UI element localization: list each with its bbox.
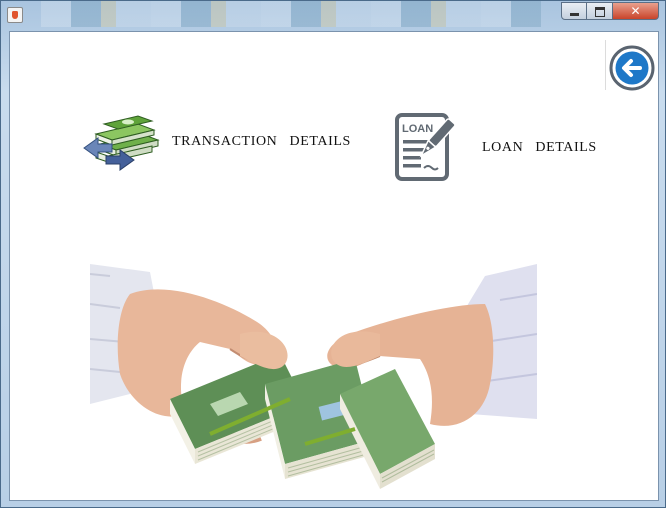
window-controls: ✕ <box>561 2 659 20</box>
hands-holding-money-image <box>90 264 537 489</box>
minimize-button[interactable] <box>561 2 587 20</box>
java-cup-icon[interactable] <box>7 7 23 23</box>
loan-details-label: LOAN DETAILS <box>482 140 597 155</box>
app-window: ✕ TRANSACTION DETAILS LOAN LOAN DETAILS <box>0 0 666 508</box>
back-button[interactable] <box>605 40 655 91</box>
loan-icon-text: LOAN <box>402 123 433 135</box>
content-panel: TRANSACTION DETAILS LOAN LOAN DETAILS <box>9 31 659 501</box>
close-icon: ✕ <box>630 4 641 18</box>
close-button[interactable]: ✕ <box>613 2 659 20</box>
maximize-button[interactable] <box>587 2 613 20</box>
transaction-details-button[interactable]: TRANSACTION DETAILS <box>82 114 351 174</box>
loan-details-button[interactable]: LOAN LOAN DETAILS <box>394 112 597 184</box>
money-transfer-icon <box>83 115 160 171</box>
loan-document-icon: LOAN <box>395 113 456 181</box>
transaction-details-label: TRANSACTION DETAILS <box>172 134 351 149</box>
title-bar-background <box>41 1 541 27</box>
title-bar[interactable]: ✕ <box>1 1 665 31</box>
back-arrow-icon <box>609 45 655 91</box>
